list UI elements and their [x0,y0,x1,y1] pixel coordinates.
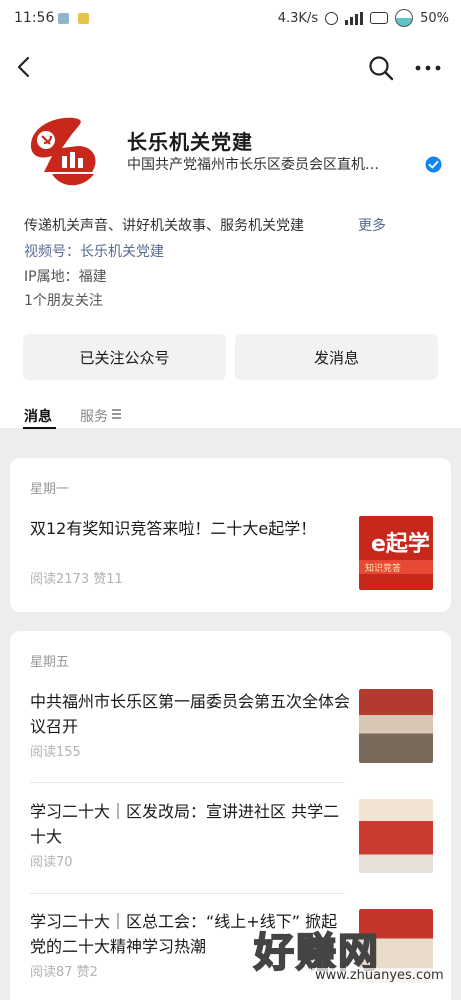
thumbnail-caption: 知识竞答 [365,564,402,574]
message-group: 星期一 双12有奖知识竞答来啦！二十大e起学！ 阅读2173 赞11 e起学 知… [10,458,451,612]
verified-badge-icon[interactable] [425,156,442,173]
account-profile: 长乐机关党建 中国共产党福州市长乐区委员会区直机… 传递机关声音、讲好机关故事、… [0,98,461,429]
account-description: 传递机关声音、讲好机关故事、服务机关党建 [24,218,304,234]
article-title[interactable]: 双12有奖知识竞答来啦！二十大e起学！ [30,516,350,541]
send-message-button[interactable]: 发消息 [235,334,438,380]
description-more-link[interactable]: 更多 [358,215,386,235]
thumbnail-heading: e起学 [371,532,430,557]
article-title[interactable]: 学习二十大｜区发改局：宣讲进社区 共学二十大 [30,799,350,849]
back-icon[interactable] [10,52,40,82]
menu-lines-icon[interactable] [112,409,121,419]
video-channel-link[interactable]: 视频号：长乐机关党建 [24,241,164,261]
ip-location: IP属地：福建 [24,269,107,285]
more-icon[interactable] [413,54,443,82]
friends-following[interactable]: 1个朋友关注 [24,290,103,310]
active-tab-indicator [23,427,56,429]
wifi-icon [370,12,389,24]
article-stats: 阅读87 赞2 [30,965,98,980]
net-speed: 4.3K/s [277,10,319,26]
signal-icon [345,11,364,25]
notification-icon [58,13,69,24]
search-icon[interactable] [367,54,395,82]
battery-icon [395,9,414,27]
tab-services[interactable]: 服务 [80,406,108,426]
article-stats: 阅读155 [30,745,81,760]
article-stats: 阅读2173 赞11 [30,572,123,587]
notification-icon [78,13,89,24]
status-time: 11:56 [14,10,55,26]
article-thumbnail[interactable] [359,799,433,873]
followed-button[interactable]: 已关注公众号 [23,334,226,380]
group-day: 星期五 [30,655,70,670]
tab-messages[interactable]: 消息 [24,406,52,426]
status-bar: 11:56 4.3K/s 50% [0,0,461,38]
divider [30,782,345,783]
battery-level: 50% [420,10,449,26]
watermark-url: www.zhuanyes.com [312,968,447,983]
article-title[interactable]: 中共福州市长乐区第一届委员会第五次全体会议召开 [30,689,350,739]
status-indicators: 4.3K/s 50% [278,9,449,27]
site-watermark: 好赚网 www.zhuanyes.com [253,920,454,990]
divider [30,893,345,894]
article-thumbnail[interactable] [359,689,433,763]
nav-bar [0,38,461,98]
article-stats: 阅读70 [30,855,73,870]
account-owner[interactable]: 中国共产党福州市长乐区委员会区直机… [127,154,419,174]
account-logo[interactable] [22,112,104,194]
alarm-icon [325,11,339,25]
group-day: 星期一 [30,482,70,497]
article-thumbnail[interactable]: e起学 知识竞答 [359,516,433,590]
account-name: 长乐机关党建 [127,130,253,154]
